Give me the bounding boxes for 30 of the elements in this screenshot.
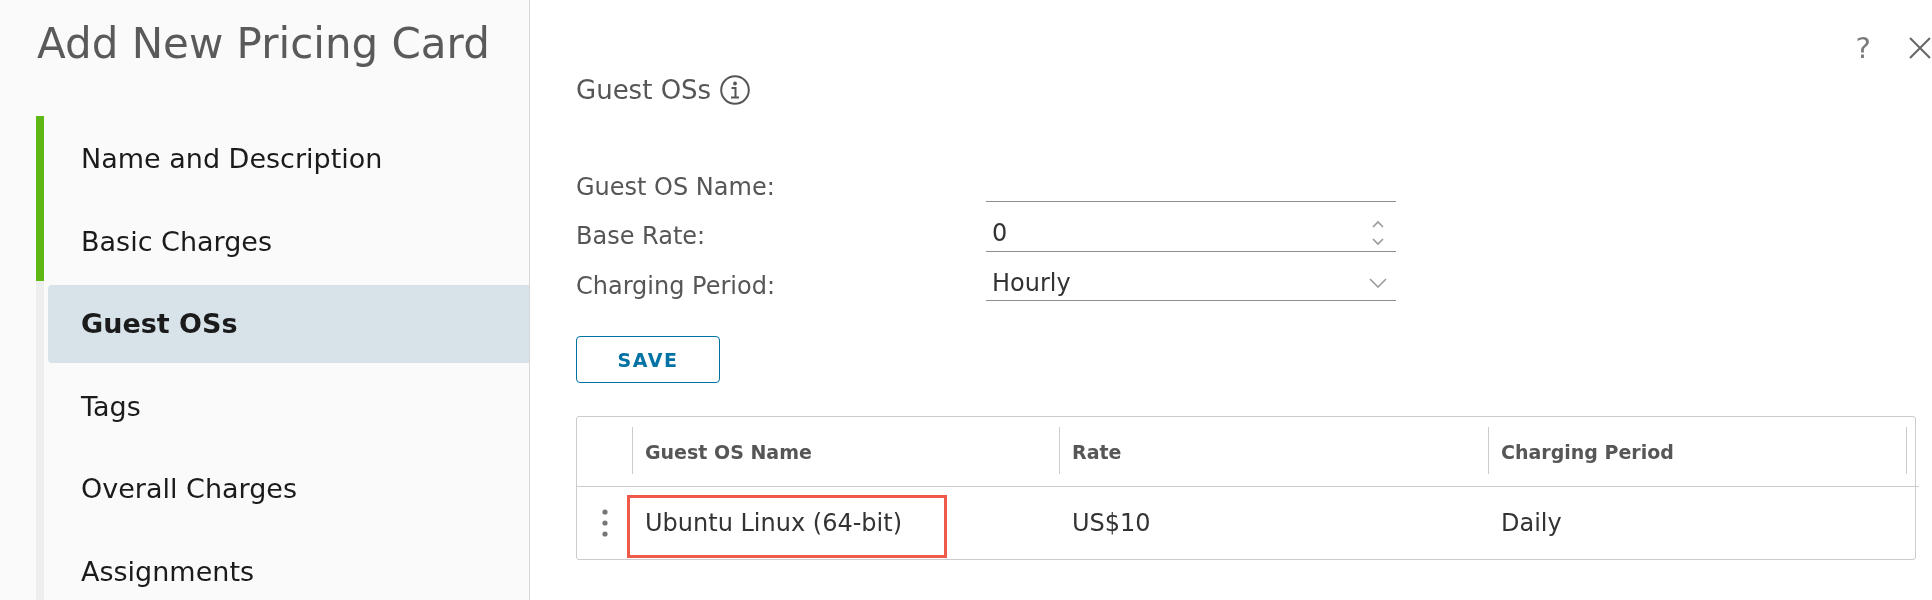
dialog-title: Add New Pricing Card — [37, 19, 490, 69]
column-divider — [1059, 427, 1060, 474]
column-divider — [632, 427, 633, 474]
section-heading: Guest OSs — [576, 75, 712, 105]
step-item[interactable]: Assignments — [48, 532, 529, 600]
column-divider — [1906, 427, 1907, 474]
select-field[interactable]: Hourly — [986, 265, 1396, 301]
close-icon[interactable] — [1909, 37, 1931, 59]
number-field[interactable]: 0 — [986, 215, 1396, 252]
kebab-menu-icon[interactable] — [601, 509, 608, 537]
field-label: Base Rate: — [576, 221, 706, 250]
field-label: Charging Period: — [576, 270, 776, 300]
column-header[interactable]: Guest OS Name — [645, 440, 812, 463]
step-item[interactable]: Guest OSs — [48, 285, 529, 363]
column-divider — [1488, 427, 1489, 474]
table-cell: US$10 — [1072, 509, 1151, 537]
spinner-icon[interactable] — [1372, 219, 1384, 247]
help-button[interactable]: ? — [1855, 36, 1871, 60]
chevron-down-icon — [1369, 277, 1387, 288]
save-button[interactable]: SAVE — [576, 336, 720, 383]
table-cell: Ubuntu Linux (64-bit) — [645, 509, 902, 537]
step-item[interactable]: Name and Description — [48, 120, 529, 198]
step-item[interactable]: Overall Charges — [48, 450, 529, 528]
column-header[interactable]: Charging Period — [1501, 440, 1674, 463]
step-item[interactable]: Basic Charges — [48, 202, 529, 280]
table-cell: Daily — [1501, 509, 1562, 537]
step-item[interactable]: Tags — [48, 367, 529, 445]
column-header[interactable]: Rate — [1072, 440, 1122, 463]
info-icon[interactable] — [720, 75, 751, 105]
field-label: Guest OS Name: — [576, 171, 775, 201]
